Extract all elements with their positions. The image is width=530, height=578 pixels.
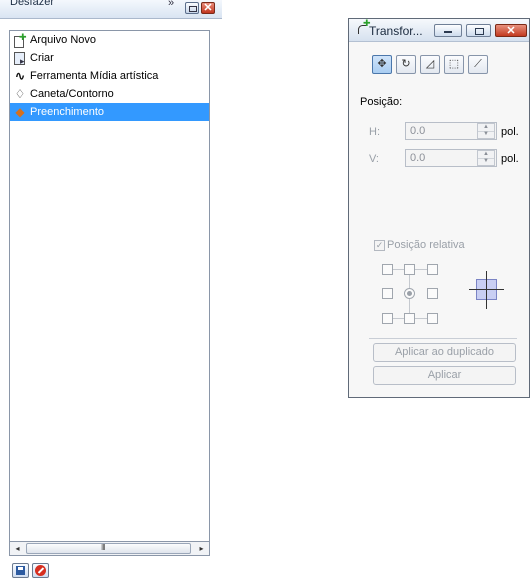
- relative-position-label: Posição relativa: [387, 239, 465, 251]
- apply-to-duplicate-button[interactable]: Aplicar ao duplicado: [373, 343, 516, 362]
- h-label: H:: [369, 126, 380, 138]
- save-undo-list-button[interactable]: [12, 563, 29, 578]
- size-icon: ⬚: [448, 58, 460, 70]
- anchor-bottom-center[interactable]: [404, 313, 415, 324]
- undo-item-ferramenta-midia-artistica[interactable]: ∿ Ferramenta Mídia artística: [10, 67, 209, 85]
- scale-icon: ◿: [425, 58, 435, 70]
- v-label: V:: [369, 153, 379, 165]
- pen-outline-icon: ♢: [14, 87, 26, 101]
- position-preview-icon: [469, 271, 504, 309]
- close-icon: ✕: [506, 25, 516, 37]
- v-unit-label: pol.: [501, 153, 519, 165]
- new-file-icon: [13, 30, 27, 48]
- position-label: Posição:: [360, 96, 403, 108]
- move-icon: ✥: [377, 58, 387, 70]
- scrollbar-grip-icon: III: [101, 543, 106, 552]
- undo-history-list[interactable]: Arquivo Novo Criar ∿ Ferramenta Mídia ar…: [9, 30, 210, 542]
- scrollbar-thumb[interactable]: III: [26, 543, 191, 554]
- undo-item-label: Criar: [30, 52, 54, 64]
- rotate-icon: ↻: [401, 58, 411, 70]
- undo-item-label: Arquivo Novo: [30, 34, 97, 46]
- h-unit-label: pol.: [501, 126, 519, 138]
- fill-icon: ◆: [15, 105, 25, 119]
- undo-item-label: Caneta/Contorno: [30, 88, 114, 100]
- position-mode-button[interactable]: ✥: [372, 55, 392, 74]
- divider: [369, 338, 517, 339]
- h-spinner[interactable]: ▲ ▼: [477, 123, 495, 139]
- anchor-top-center[interactable]: [404, 264, 415, 275]
- expand-docker-button[interactable]: »: [168, 0, 174, 9]
- scroll-right-icon[interactable]: ▸: [194, 542, 209, 555]
- undo-item-label: Preenchimento: [30, 106, 104, 118]
- anchor-bottom-right[interactable]: [427, 313, 438, 324]
- minimize-button[interactable]: [434, 24, 462, 37]
- anchor-middle-right[interactable]: [427, 288, 438, 299]
- scroll-left-icon[interactable]: ◂: [10, 542, 25, 555]
- close-docker-button[interactable]: ✕: [201, 2, 215, 14]
- artistic-media-icon: ∿: [14, 69, 26, 83]
- close-button[interactable]: ✕: [495, 24, 527, 37]
- transform-icon: [358, 18, 371, 34]
- anchor-point-grid: [382, 264, 444, 324]
- restore-docker-button[interactable]: [185, 2, 199, 14]
- create-icon: [13, 51, 27, 68]
- undo-item-arquivo-novo[interactable]: Arquivo Novo: [10, 30, 209, 49]
- undo-item-criar[interactable]: Criar: [10, 49, 209, 68]
- rotate-mode-button[interactable]: ↻: [396, 55, 416, 74]
- undo-docker: Desfazer » ✕ Arquivo Novo Criar ∿ Ferram…: [0, 0, 222, 578]
- spin-down-icon[interactable]: ▼: [478, 131, 494, 138]
- transform-docker: Transfor... ✕ ✥ ↻ ◿ ⬚ ⟋ Posição: H: ▲ ▼ …: [348, 18, 530, 398]
- undo-docker-title: Desfazer: [10, 0, 55, 8]
- apply-button[interactable]: Aplicar: [373, 366, 516, 385]
- undo-item-caneta-contorno[interactable]: ♢ Caneta/Contorno: [10, 85, 209, 103]
- size-mode-button[interactable]: ⬚: [444, 55, 464, 74]
- close-icon: ✕: [203, 2, 213, 14]
- undo-item-preenchimento[interactable]: ◆ Preenchimento: [10, 103, 209, 121]
- anchor-center[interactable]: [404, 288, 415, 299]
- skew-mode-button[interactable]: ⟋: [468, 55, 488, 74]
- scale-mirror-mode-button[interactable]: ◿: [420, 55, 440, 74]
- v-spinner[interactable]: ▲ ▼: [477, 150, 495, 166]
- undo-item-label: Ferramenta Mídia artística: [30, 70, 159, 82]
- anchor-middle-left[interactable]: [382, 288, 393, 299]
- anchor-top-left[interactable]: [382, 264, 393, 275]
- skew-icon: ⟋: [474, 58, 482, 70]
- maximize-button[interactable]: [466, 24, 491, 37]
- horizontal-scrollbar[interactable]: ◂ III ▸: [9, 541, 210, 556]
- anchor-top-right[interactable]: [427, 264, 438, 275]
- clear-undo-list-button[interactable]: [32, 563, 49, 578]
- spin-down-icon[interactable]: ▼: [478, 158, 494, 165]
- transform-titlebar[interactable]: Transfor... ✕: [349, 18, 529, 42]
- anchor-bottom-left[interactable]: [382, 313, 393, 324]
- relative-position-checkbox[interactable]: ✓: [374, 240, 385, 251]
- undo-docker-header: Desfazer » ✕: [0, 0, 222, 19]
- transform-title: Transfor...: [369, 24, 423, 38]
